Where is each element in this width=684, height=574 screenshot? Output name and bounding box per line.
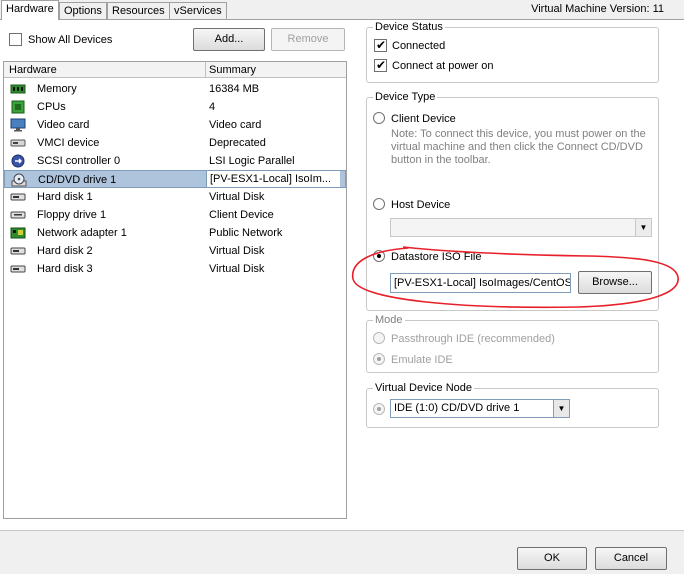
tab-options[interactable]: Options <box>59 2 107 19</box>
show-all-devices-checkbox[interactable] <box>9 33 22 46</box>
device-row-vmci-device[interactable]: VMCI device Deprecated <box>4 134 346 152</box>
cpu-icon <box>11 100 25 114</box>
device-list-header: Hardware Summary <box>4 62 346 78</box>
device-list: Hardware Summary Memory 16384 MB CPUs 4 … <box>3 61 347 519</box>
virtual-device-node-radio <box>373 403 385 415</box>
mode-group: Mode Passthrough IDE (recommended) Emula… <box>366 314 659 373</box>
passthrough-ide-radio[interactable] <box>373 332 385 344</box>
column-hardware[interactable]: Hardware <box>9 63 57 77</box>
host-device-select[interactable]: ▼ <box>390 218 652 237</box>
ok-button[interactable]: OK <box>517 547 587 570</box>
connected-label: Connected <box>392 40 446 52</box>
tab-vservices[interactable]: vServices <box>169 2 227 19</box>
tab-hardware[interactable]: Hardware <box>1 0 59 20</box>
connect-at-power-on-label: Connect at power on <box>392 60 494 72</box>
device-type-title: Device Type <box>373 91 438 103</box>
device-row-network-adapter[interactable]: Network adapter 1 Public Network <box>4 224 346 242</box>
network-adapter-icon <box>10 227 26 239</box>
device-row-scsi-controller[interactable]: SCSI controller 0 LSI Logic Parallel <box>4 152 346 170</box>
device-row-hard-disk-1[interactable]: Hard disk 1 Virtual Disk <box>4 188 346 206</box>
device-row-cpus[interactable]: CPUs 4 <box>4 98 346 116</box>
chevron-down-icon: ▼ <box>635 219 651 236</box>
scsi-controller-icon <box>11 154 25 168</box>
cancel-button[interactable]: Cancel <box>595 547 667 570</box>
show-all-devices-label: Show All Devices <box>28 34 113 46</box>
host-device-label: Host Device <box>391 199 451 211</box>
hard-disk-icon <box>10 265 26 273</box>
hard-disk-icon <box>10 247 26 255</box>
device-row-floppy-drive[interactable]: Floppy drive 1 Client Device <box>4 206 346 224</box>
cd-dvd-icon <box>11 173 27 187</box>
memory-icon <box>10 84 26 94</box>
annotation-circle <box>351 246 679 309</box>
connect-at-power-on-checkbox[interactable] <box>374 58 387 72</box>
add-button[interactable]: Add... <box>193 28 265 51</box>
virtual-device-node-group: Virtual Device Node IDE (1:0) CD/DVD dri… <box>366 382 659 428</box>
tab-divider <box>0 19 684 20</box>
device-status-title: Device Status <box>373 21 445 33</box>
virtual-device-node-title: Virtual Device Node <box>373 382 475 394</box>
column-summary[interactable]: Summary <box>209 63 256 77</box>
client-device-radio[interactable] <box>373 112 385 124</box>
connected-checkbox[interactable] <box>374 38 387 52</box>
device-row-cd-dvd-drive[interactable]: CD/DVD drive 1 [PV-ESX1-Local] IsoIm... <box>4 170 346 188</box>
client-device-note: Note: To connect this device, you must p… <box>391 128 646 166</box>
hard-disk-icon <box>10 193 26 201</box>
floppy-icon <box>10 211 26 219</box>
monitor-icon <box>10 118 26 132</box>
emulate-ide-radio[interactable] <box>373 353 385 365</box>
client-device-label: Client Device <box>391 113 456 125</box>
mode-title: Mode <box>373 314 405 326</box>
passthrough-ide-label: Passthrough IDE (recommended) <box>391 333 555 345</box>
emulate-ide-label: Emulate IDE <box>391 354 453 366</box>
device-row-memory[interactable]: Memory 16384 MB <box>4 80 346 98</box>
device-row-hard-disk-2[interactable]: Hard disk 2 Virtual Disk <box>4 242 346 260</box>
device-row-hard-disk-3[interactable]: Hard disk 3 Virtual Disk <box>4 260 346 278</box>
device-status-group: Device Status Connected Connect at power… <box>366 21 659 83</box>
vm-version-label: Virtual Machine Version: 11 <box>531 3 664 15</box>
device-row-video-card[interactable]: Video card Video card <box>4 116 346 134</box>
chevron-down-icon: ▼ <box>553 400 569 417</box>
remove-button[interactable]: Remove <box>271 28 345 51</box>
vmci-device-icon <box>10 139 26 147</box>
host-device-radio[interactable] <box>373 198 385 210</box>
virtual-device-node-select[interactable]: IDE (1:0) CD/DVD drive 1 ▼ <box>390 399 570 418</box>
tab-resources[interactable]: Resources <box>107 2 170 19</box>
